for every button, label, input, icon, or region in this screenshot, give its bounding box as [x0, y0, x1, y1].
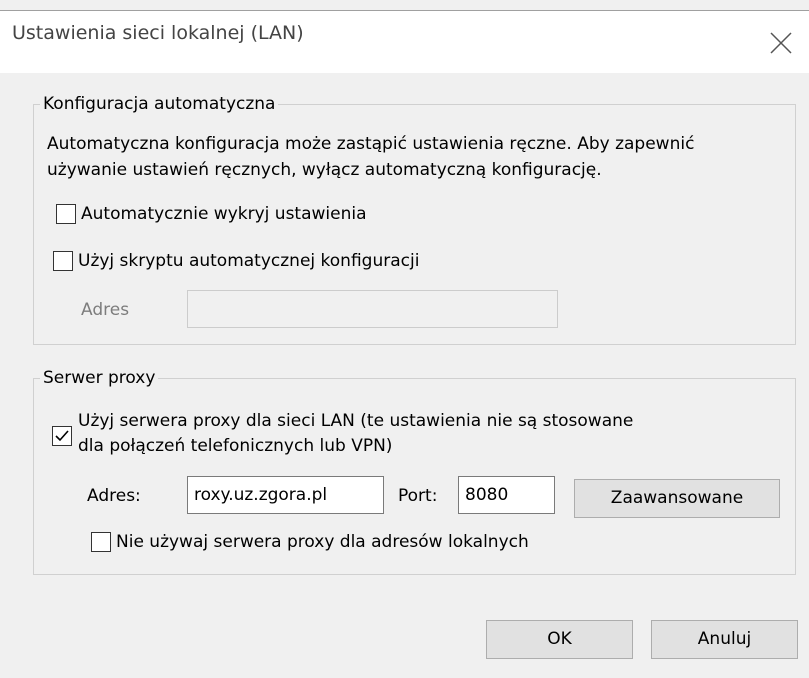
proxy-address-label: Adres: [87, 486, 141, 506]
lan-settings-dialog: Ustawienia sieci lokalnej (LAN) Konfigur… [0, 0, 809, 678]
use-proxy-checkbox[interactable] [52, 426, 72, 446]
proxy-server-legend: Serwer proxy [40, 368, 159, 388]
script-address-input[interactable] [187, 290, 558, 328]
auto-config-legend: Konfiguracja automatyczna [40, 94, 279, 114]
auto-config-description-line1: Automatyczna konfiguracja może zastąpić … [47, 134, 695, 154]
script-address-label: Adres [81, 300, 130, 320]
close-icon [770, 32, 792, 54]
ok-button[interactable]: OK [486, 620, 633, 659]
proxy-port-input[interactable]: 8080 [458, 476, 555, 514]
close-button[interactable] [768, 30, 794, 56]
proxy-address-input[interactable]: roxy.uz.zgora.pl [187, 476, 384, 514]
checkmark-icon [55, 430, 69, 442]
use-proxy-label-line1[interactable]: Użyj serwera proxy dla sieci LAN (te ust… [78, 410, 633, 432]
proxy-port-label: Port: [398, 486, 438, 506]
use-proxy-label-line2[interactable]: dla połączeń telefonicznych lub VPN) [78, 435, 392, 457]
cancel-button[interactable]: Anuluj [651, 620, 798, 659]
auto-detect-label[interactable]: Automatycznie wykryj ustawienia [81, 203, 367, 225]
auto-config-script-checkbox[interactable] [53, 251, 73, 271]
advanced-button[interactable]: Zaawansowane [574, 479, 780, 518]
bypass-local-label[interactable]: Nie używaj serwera proxy dla adresów lok… [116, 531, 529, 553]
window-title: Ustawienia sieci lokalnej (LAN) [12, 22, 304, 44]
auto-detect-checkbox[interactable] [56, 204, 76, 224]
auto-config-script-label[interactable]: Użyj skryptu automatycznej konfiguracji [78, 250, 419, 272]
auto-config-description-line2: używanie ustawień ręcznych, wyłącz autom… [47, 160, 602, 180]
bypass-local-checkbox[interactable] [91, 532, 111, 552]
